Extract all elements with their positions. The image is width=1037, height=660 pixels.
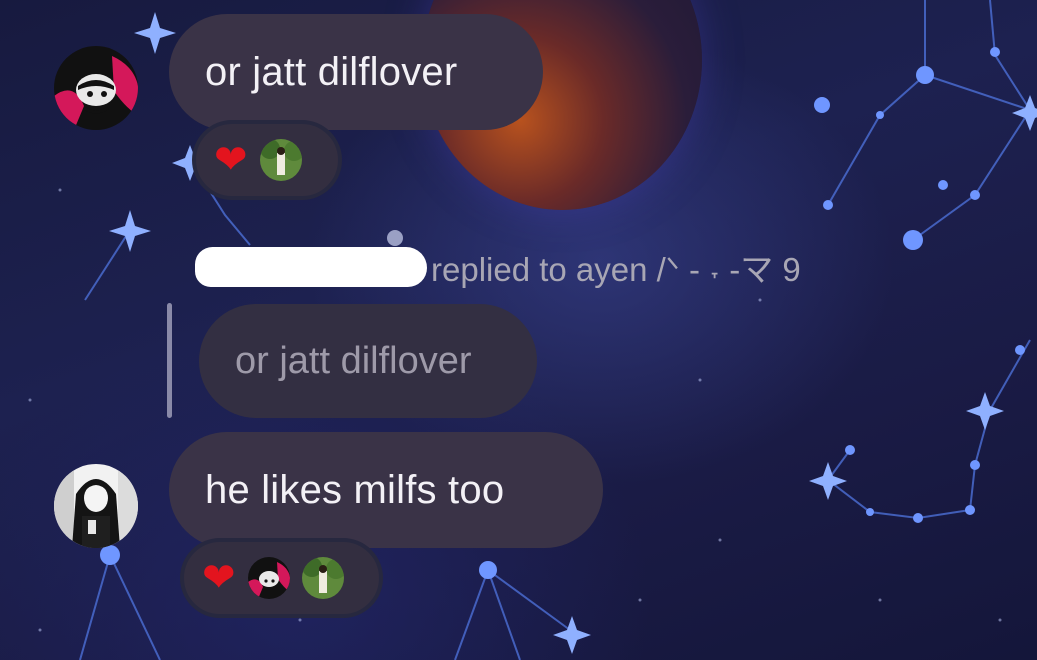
reactions-bar[interactable]: ❤	[192, 120, 342, 200]
quoted-message-text: or jatt dilflover	[235, 339, 472, 382]
reply-header: replied to ayen /ᐠ - ˕ -マ 9	[195, 244, 801, 290]
heart-reaction-icon[interactable]: ❤	[202, 558, 236, 598]
reply-indicator-bar	[167, 303, 172, 418]
message-bubble[interactable]: he likes milfs too	[169, 432, 603, 548]
message-text: or jatt dilflover	[205, 49, 458, 94]
reactor-avatar-icon[interactable]	[259, 139, 302, 181]
reactor-avatar-icon[interactable]	[301, 557, 344, 599]
reactor-avatar-icon[interactable]	[247, 557, 290, 599]
quoted-message-bubble[interactable]: or jatt dilflover	[199, 304, 537, 418]
sender-avatar[interactable]	[54, 46, 138, 130]
sender-avatar[interactable]	[54, 464, 138, 548]
reactions-bar[interactable]: ❤	[180, 538, 383, 618]
message-bubble[interactable]: or jatt dilflover	[169, 14, 543, 130]
redacted-username	[195, 247, 427, 287]
reply-description: replied to ayen /ᐠ - ˕ -マ 9	[431, 251, 801, 288]
message-text: he likes milfs too	[205, 467, 505, 512]
heart-reaction-icon[interactable]: ❤	[214, 140, 248, 180]
